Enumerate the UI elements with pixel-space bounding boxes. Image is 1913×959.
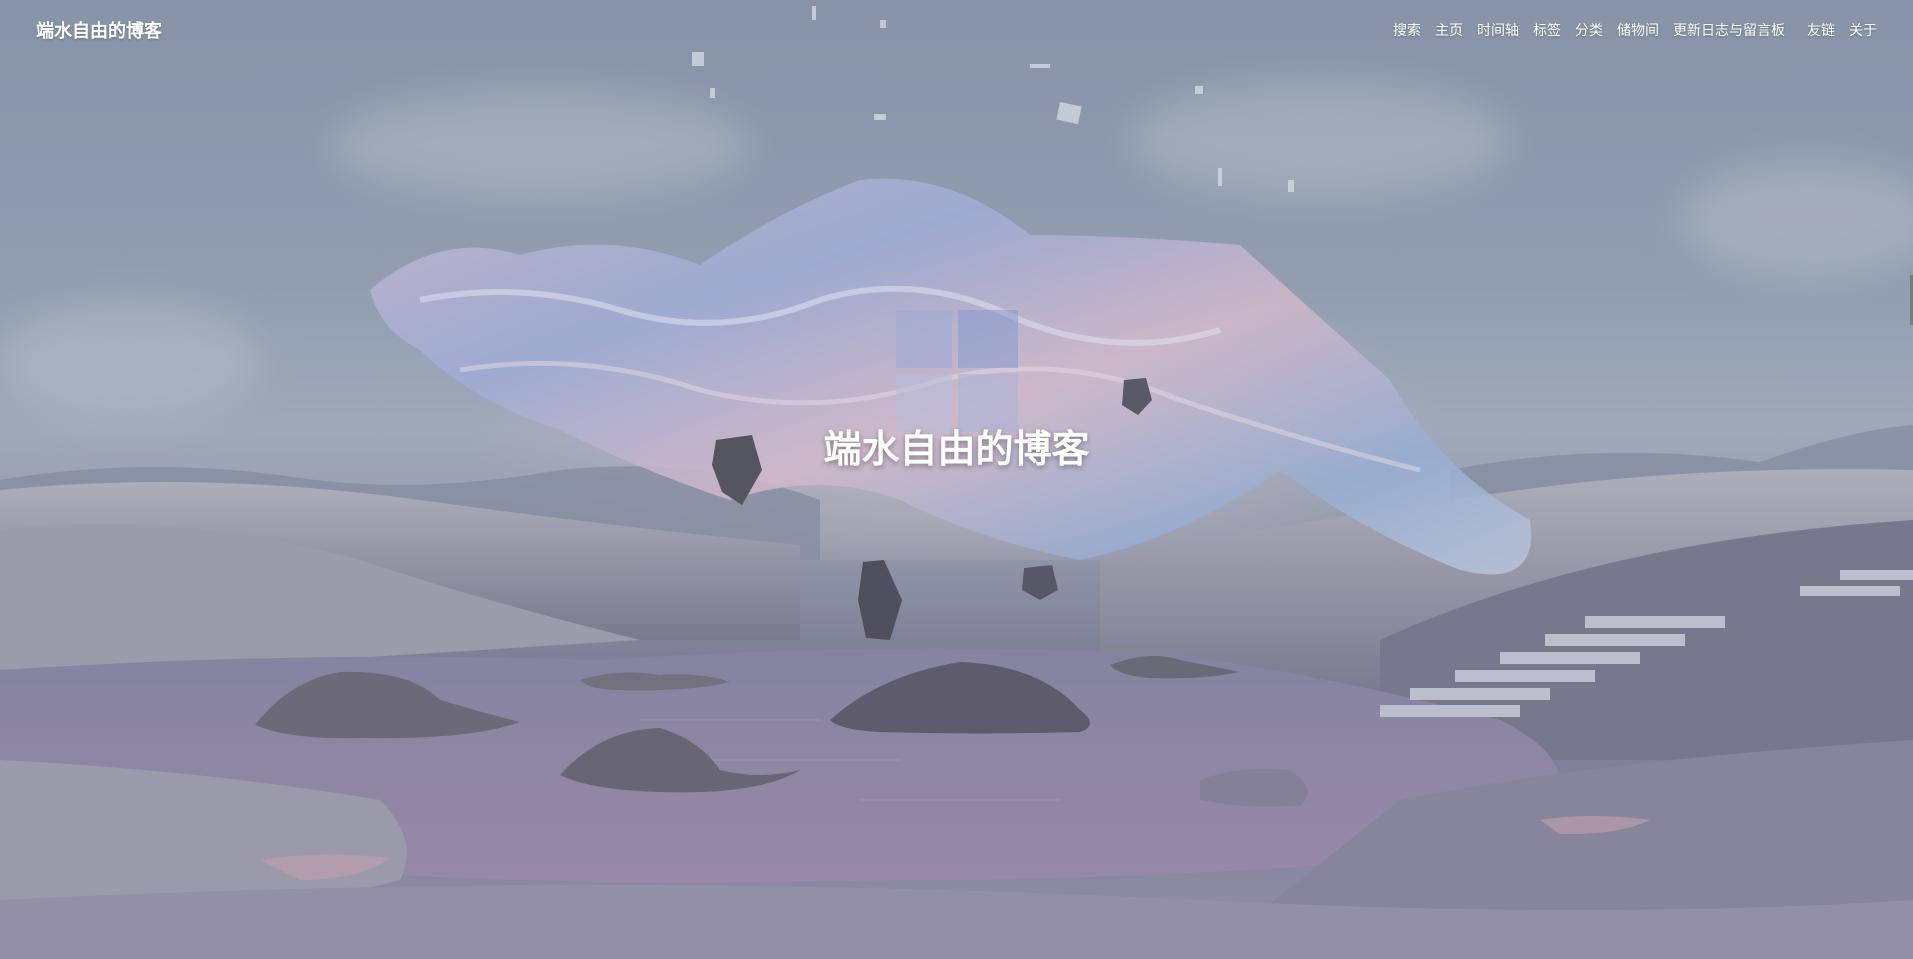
dim-overlay xyxy=(0,0,1913,959)
nav-changelog[interactable]: 更新日志与留言板 xyxy=(1673,20,1785,40)
hero-banner: 端水自由的博客 搜索 主页 时间轴 标签 分类 储物间 更新日志与留言板 友链 … xyxy=(0,0,1913,959)
site-brand[interactable]: 端水自由的博客 xyxy=(36,17,162,43)
nav-home[interactable]: 主页 xyxy=(1435,20,1463,40)
nav-storage[interactable]: 储物间 xyxy=(1617,20,1659,40)
navbar: 端水自由的博客 搜索 主页 时间轴 标签 分类 储物间 更新日志与留言板 友链 … xyxy=(0,0,1913,60)
hero-title: 端水自由的博客 xyxy=(823,427,1090,471)
nav-timeline[interactable]: 时间轴 xyxy=(1477,20,1519,40)
nav-menu: 搜索 主页 时间轴 标签 分类 储物间 更新日志与留言板 友链 关于 xyxy=(1379,20,1877,40)
nav-search[interactable]: 搜索 xyxy=(1393,20,1421,40)
nav-categories[interactable]: 分类 xyxy=(1575,20,1603,40)
nav-tags[interactable]: 标签 xyxy=(1533,20,1561,40)
nav-friends[interactable]: 友链 xyxy=(1807,20,1835,40)
nav-about[interactable]: 关于 xyxy=(1849,20,1877,40)
